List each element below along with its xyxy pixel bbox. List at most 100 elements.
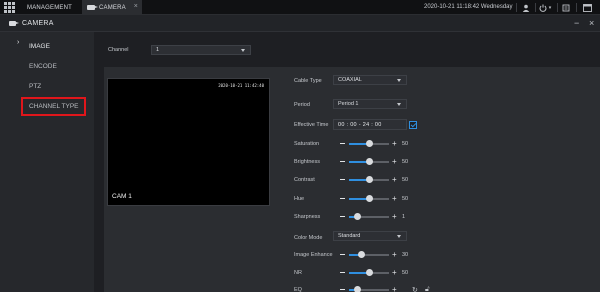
slider-track[interactable]	[349, 176, 389, 183]
sidebar-item-label: IMAGE	[29, 42, 50, 50]
period-select[interactable]: Period 1	[333, 99, 407, 109]
slider-track[interactable]	[349, 269, 389, 276]
system-datetime: 2020-10-21 11:18:42 Wednesday	[424, 4, 513, 10]
slider-track[interactable]	[349, 158, 389, 165]
sidebar-item-label: PTZ	[29, 82, 42, 90]
plus-icon[interactable]: +	[392, 176, 397, 184]
lock-icon[interactable]: 🔓︎	[425, 286, 430, 292]
channel-select-value: 1	[156, 47, 160, 53]
period-label: Period	[294, 102, 310, 108]
annotation-highlight-box	[21, 97, 86, 116]
osd-camera-name: CAM 1	[112, 193, 132, 200]
sidebar: › IMAGE ENCODE PTZ CHANNEL TYPE	[0, 32, 94, 292]
sidebar-item-ptz[interactable]: PTZ	[0, 77, 94, 95]
channel-label: Channel	[108, 47, 129, 53]
effective-time-value: 00 : 00 - 24 : 00	[338, 122, 382, 128]
slider-label: Contrast	[294, 177, 315, 183]
cable-type-label: Cable Type	[294, 78, 322, 84]
effective-time-field[interactable]: 00 : 00 - 24 : 00	[333, 119, 407, 130]
divider	[516, 3, 517, 12]
tab-label: CAMERA	[99, 4, 126, 11]
divider	[576, 3, 577, 12]
top-bar: MANAGEMENT CAMERA × 2020-10-21 11:18:42 …	[0, 0, 600, 15]
slider-track[interactable]	[349, 140, 389, 147]
slider-saturation[interactable]: +50	[340, 139, 420, 149]
minus-icon[interactable]	[340, 254, 345, 256]
minus-icon[interactable]	[340, 272, 345, 274]
slider-track[interactable]	[349, 213, 389, 220]
slider-value: 1	[402, 214, 406, 220]
app-menu-grid-icon[interactable]	[4, 2, 15, 13]
slider-handle[interactable]	[365, 269, 373, 276]
window-title-bar: CAMERA − ×	[0, 15, 600, 32]
slider-brightness[interactable]: +50	[340, 157, 420, 167]
plus-icon[interactable]: +	[392, 251, 397, 259]
tab-camera[interactable]: CAMERA ×	[82, 0, 142, 15]
slider-contrast[interactable]: +50	[340, 175, 420, 185]
page-title: CAMERA	[22, 20, 54, 27]
plus-icon[interactable]: +	[392, 140, 397, 148]
slider-label: Hue	[294, 196, 305, 202]
color-mode-select[interactable]: Standard	[333, 231, 407, 241]
slider-hue[interactable]: +50	[340, 194, 420, 204]
plus-icon[interactable]: +	[392, 286, 397, 292]
slider-handle[interactable]	[365, 176, 373, 183]
divider	[557, 3, 558, 12]
slider-sharpness[interactable]: +1	[340, 212, 420, 222]
window-icon[interactable]	[580, 2, 594, 13]
cable-type-select[interactable]: COAXIAL	[333, 75, 407, 85]
plus-icon[interactable]: +	[392, 195, 397, 203]
slider-nr[interactable]: +50	[340, 268, 420, 278]
cable-type-value: COAXIAL	[338, 77, 362, 83]
user-icon[interactable]	[520, 2, 532, 13]
sidebar-item-image[interactable]: IMAGE	[0, 37, 94, 55]
slider-label: Saturation	[294, 141, 320, 147]
minus-icon[interactable]	[340, 161, 345, 163]
slider-label: Brightness	[294, 159, 320, 165]
slider-value: 50	[402, 177, 409, 183]
minus-icon[interactable]	[340, 143, 345, 145]
camera-icon	[9, 21, 19, 26]
minus-icon[interactable]	[340, 198, 345, 200]
close-icon[interactable]: ×	[589, 18, 594, 28]
chevron-down-icon: ▾	[548, 4, 552, 11]
slider-track[interactable]	[349, 195, 389, 202]
divider	[535, 3, 536, 12]
minus-icon[interactable]	[340, 216, 345, 218]
minus-icon[interactable]	[340, 289, 345, 291]
slider-eq[interactable]: +	[340, 285, 420, 292]
plus-icon[interactable]: +	[392, 269, 397, 277]
slider-handle[interactable]	[353, 213, 361, 220]
close-tab-icon[interactable]: ×	[134, 3, 138, 10]
slider-label: NR	[294, 270, 302, 276]
slider-label: Image Enhance	[294, 252, 333, 258]
slider-value: 50	[402, 159, 409, 165]
period-value: Period 1	[338, 101, 359, 107]
camera-icon	[87, 5, 98, 10]
slider-image-enhance[interactable]: +30	[340, 250, 420, 260]
slider-handle[interactable]	[365, 158, 373, 165]
sidebar-item-encode[interactable]: ENCODE	[0, 57, 94, 75]
slider-track[interactable]	[349, 286, 389, 292]
slider-value: 50	[402, 141, 409, 147]
effective-time-checkbox[interactable]	[409, 121, 417, 129]
refresh-icon[interactable]: ↻	[412, 286, 418, 292]
channel-select[interactable]: 1	[151, 45, 251, 55]
slider-handle[interactable]	[365, 140, 373, 147]
sidebar-item-label: ENCODE	[29, 62, 57, 70]
slider-track[interactable]	[349, 251, 389, 258]
tab-label: MANAGEMENT	[27, 4, 73, 11]
minus-icon[interactable]	[340, 179, 345, 181]
power-icon[interactable]: ▾	[538, 2, 552, 13]
sync-icon[interactable]	[560, 2, 572, 13]
tab-management[interactable]: MANAGEMENT	[27, 0, 72, 15]
slider-label: Sharpness	[294, 214, 321, 220]
minimize-icon[interactable]: −	[574, 18, 579, 28]
color-mode-value: Standard	[338, 233, 361, 239]
slider-handle[interactable]	[365, 195, 373, 202]
plus-icon[interactable]: +	[392, 158, 397, 166]
slider-handle[interactable]	[353, 286, 361, 292]
plus-icon[interactable]: +	[392, 213, 397, 221]
video-preview[interactable]: 2020-10-21 11:42:40 CAM 1	[107, 78, 270, 206]
slider-handle[interactable]	[357, 251, 365, 258]
